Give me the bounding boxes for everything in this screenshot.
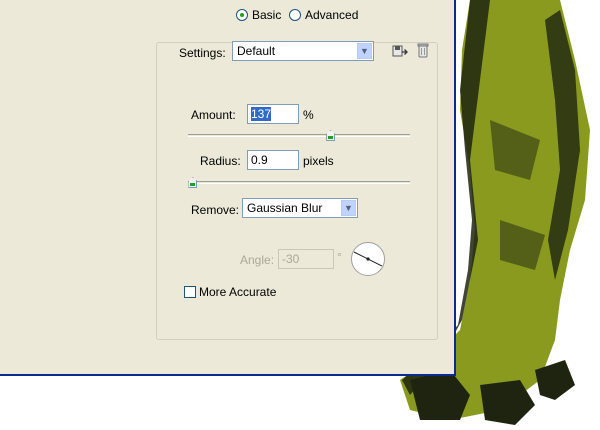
more-accurate-checkbox[interactable]	[184, 286, 196, 298]
save-settings-icon[interactable]	[392, 43, 408, 59]
more-accurate-label: More Accurate	[199, 285, 277, 299]
remove-value: Gaussian Blur	[247, 201, 323, 215]
advanced-label: Advanced	[305, 8, 359, 22]
basic-mode-option[interactable]: Basic	[236, 8, 281, 22]
radius-unit: pixels	[303, 154, 334, 168]
remove-dropdown[interactable]: Gaussian Blur ▼	[242, 198, 358, 218]
settings-dropdown[interactable]: Default ▼	[232, 41, 374, 61]
basic-radio[interactable]	[236, 9, 248, 21]
angle-input[interactable]: -30	[278, 249, 334, 269]
trash-icon[interactable]	[415, 42, 431, 58]
angle-dial-needle	[353, 251, 383, 267]
radius-slider-track[interactable]	[188, 181, 410, 184]
advanced-mode-option[interactable]: Advanced	[289, 8, 358, 22]
amount-value: 137	[251, 107, 272, 121]
remove-label: Remove:	[191, 203, 240, 217]
angle-unit: °	[337, 250, 342, 264]
amount-unit: %	[303, 108, 314, 122]
chevron-down-icon[interactable]: ▼	[341, 200, 356, 216]
radius-input[interactable]: 0.9	[247, 150, 299, 170]
settings-label: Settings:	[179, 46, 226, 60]
angle-value: -30	[282, 252, 300, 266]
reduce-noise-dialog: Basic Advanced Settings: Default ▼ Amoun…	[0, 0, 456, 376]
advanced-radio[interactable]	[289, 9, 301, 21]
radius-value: 0.9	[251, 153, 268, 167]
angle-label: Angle:	[240, 253, 275, 267]
settings-value: Default	[237, 44, 276, 58]
amount-slider-track[interactable]	[188, 134, 410, 137]
amount-label: Amount:	[191, 108, 236, 122]
radius-label: Radius:	[200, 154, 241, 168]
basic-label: Basic	[252, 8, 282, 22]
chevron-down-icon[interactable]: ▼	[357, 43, 372, 59]
angle-dial[interactable]	[351, 242, 385, 276]
amount-input[interactable]: 137	[247, 104, 299, 124]
